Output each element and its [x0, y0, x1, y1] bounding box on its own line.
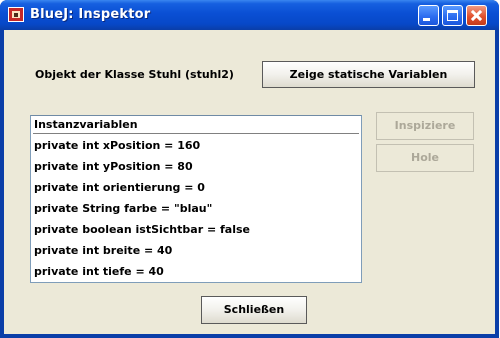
field-row[interactable]: private String farbe = "blau": [34, 199, 354, 219]
window-frame-bottom: [0, 334, 499, 338]
close-dialog-button[interactable]: Schließen: [201, 296, 307, 324]
field-row[interactable]: private int xPosition = 160: [34, 136, 354, 156]
maximize-button[interactable]: [442, 5, 463, 26]
minimize-icon: [423, 18, 430, 21]
show-static-variables-button[interactable]: Zeige statische Variablen: [262, 61, 475, 88]
field-row[interactable]: private int tiefe = 40: [34, 262, 354, 282]
get-button[interactable]: Hole: [376, 144, 474, 172]
close-window-button[interactable]: [466, 5, 487, 26]
inspector-content: Objekt der Klasse Stuhl (stuhl2) Zeige s…: [4, 30, 495, 338]
inspect-button[interactable]: Inspiziere: [376, 112, 474, 140]
close-icon: [467, 6, 486, 25]
field-row[interactable]: private int yPosition = 80: [34, 157, 354, 177]
object-class-label: Objekt der Klasse Stuhl (stuhl2): [35, 68, 234, 81]
window-title: BlueJ: Inspektor: [30, 7, 151, 22]
field-row[interactable]: private int orientierung = 0: [34, 178, 354, 198]
instance-variables-list[interactable]: Instanzvariablen private int xPosition =…: [30, 115, 362, 283]
bluej-app-icon: [8, 7, 24, 22]
field-row[interactable]: private boolean istSichtbar = false: [34, 220, 354, 240]
window-frame-right: [495, 30, 499, 338]
title-bar[interactable]: BlueJ: Inspektor: [0, 0, 499, 30]
minimize-button[interactable]: [418, 5, 439, 26]
list-header: Instanzvariablen: [33, 118, 359, 134]
inspector-window: BlueJ: Inspektor Objekt der Klasse Stuhl…: [0, 0, 499, 338]
maximize-icon: [447, 10, 458, 21]
field-row[interactable]: private int breite = 40: [34, 241, 354, 261]
